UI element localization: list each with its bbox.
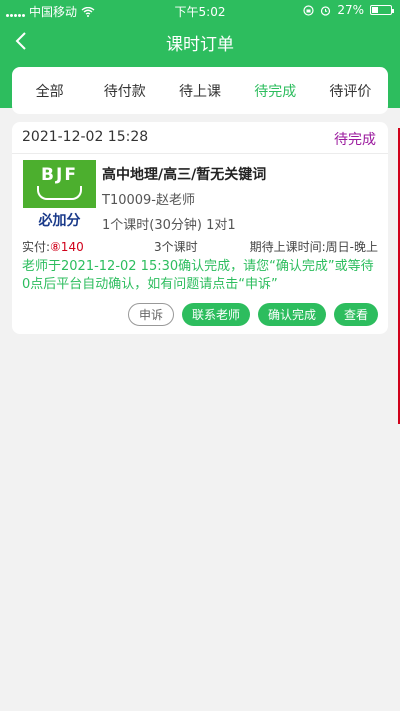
- contact-teacher-button[interactable]: 联系老师: [181, 303, 250, 326]
- order-status: 待完成: [334, 132, 376, 148]
- confirm-complete-button[interactable]: 确认完成: [257, 303, 326, 326]
- status-bar: 中国移动 下午5:02 27%: [0, 0, 400, 20]
- nav-bar: 课时订单: [0, 22, 400, 60]
- lesson-info: 1个课时(30分钟) 1对1: [102, 218, 236, 233]
- appeal-button[interactable]: 申诉: [127, 303, 174, 326]
- tab-pending-class[interactable]: 待上课: [162, 81, 237, 101]
- tab-pending-completion[interactable]: 待完成: [238, 81, 313, 101]
- expected-time: 期待上课时间:周日-晚上: [249, 240, 378, 254]
- tab-pending-payment[interactable]: 待付款: [87, 81, 162, 101]
- battery-icon: [370, 5, 394, 15]
- confirm-notice: 老师于2021-12-02 15:30确认完成，请您“确认完成”或等待0点后平台…: [22, 259, 374, 292]
- paid-amount: 实付:⑧140: [22, 238, 84, 255]
- order-tabs: 全部 待付款 待上课 待完成 待评价: [12, 67, 388, 114]
- order-actions: 申诉 联系老师 确认完成 查看: [127, 303, 378, 326]
- paid-label: 实付:: [22, 240, 51, 254]
- paid-value: ⑧140: [50, 240, 84, 254]
- order-card: 2021-12-02 15:28 待完成 BJF 必加分 高中地理/高三/暂无关…: [12, 122, 388, 334]
- alarm-icon: [321, 5, 331, 16]
- page-title: 课时订单: [166, 35, 234, 55]
- course-thumbnail: BJF 必加分: [23, 160, 96, 233]
- thumb-logo: BJF: [41, 165, 78, 185]
- book-icon: [37, 186, 82, 200]
- divider: [12, 153, 388, 154]
- view-button[interactable]: 查看: [333, 303, 378, 326]
- teacher-name: T10009-赵老师: [102, 193, 195, 208]
- tab-all[interactable]: 全部: [12, 81, 87, 101]
- order-datetime: 2021-12-02 15:28: [22, 129, 149, 145]
- tab-pending-review[interactable]: 待评价: [313, 81, 388, 101]
- thumb-brand-text: 必加分: [38, 213, 81, 229]
- course-title: 高中地理/高三/暂无关键词: [102, 167, 267, 183]
- lesson-count: 3个课时: [154, 240, 198, 254]
- battery-percent: 27%: [337, 3, 364, 17]
- lock-rotation-icon: [303, 4, 314, 16]
- order-summary: 实付:⑧140 3个课时 期待上课时间:周日-晚上: [22, 238, 378, 254]
